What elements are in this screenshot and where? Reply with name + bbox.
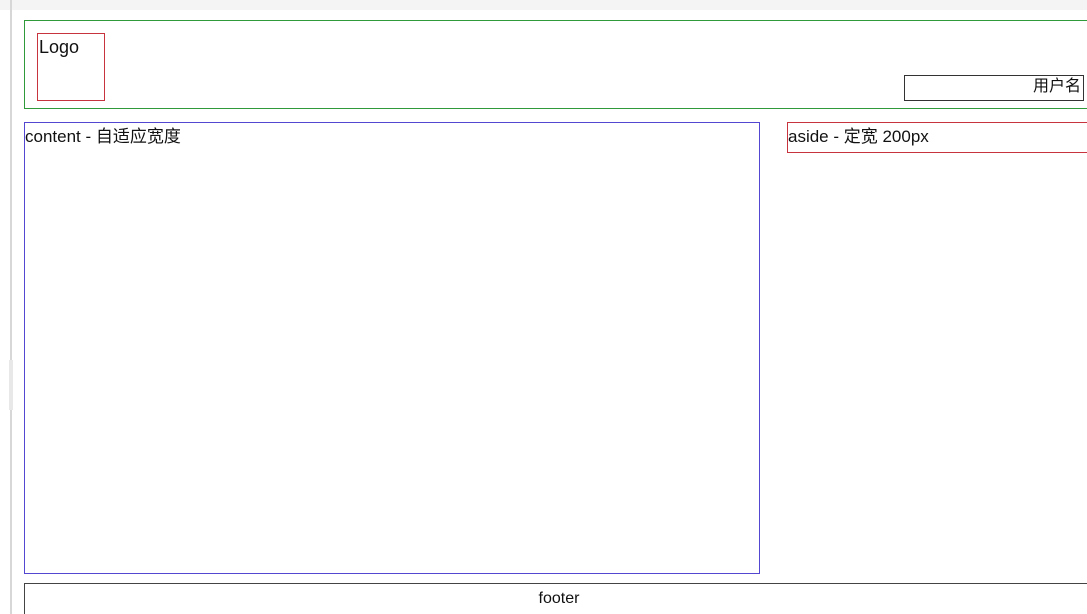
footer-box: footer [24,583,1087,614]
username-label: 用户名 [1032,78,1081,95]
top-strip [0,0,1087,10]
username-box: 用户名 [904,75,1084,101]
header-box: Logo 用户名 [24,20,1087,109]
logo-box: Logo [37,33,105,101]
left-edge-divider [10,0,12,614]
content-label: content - 自适应宽度 [25,127,181,146]
content-box: content - 自适应宽度 [24,122,760,574]
footer-label: footer [538,590,580,607]
aside-box: aside - 定宽 200px [787,122,1087,153]
logo-label: Logo [39,37,80,57]
aside-label: aside - 定宽 200px [788,127,929,146]
layout-demo-page: Logo 用户名 content - 自适应宽度 aside - 定宽 200p… [0,0,1087,614]
left-edge-handle [9,360,13,410]
